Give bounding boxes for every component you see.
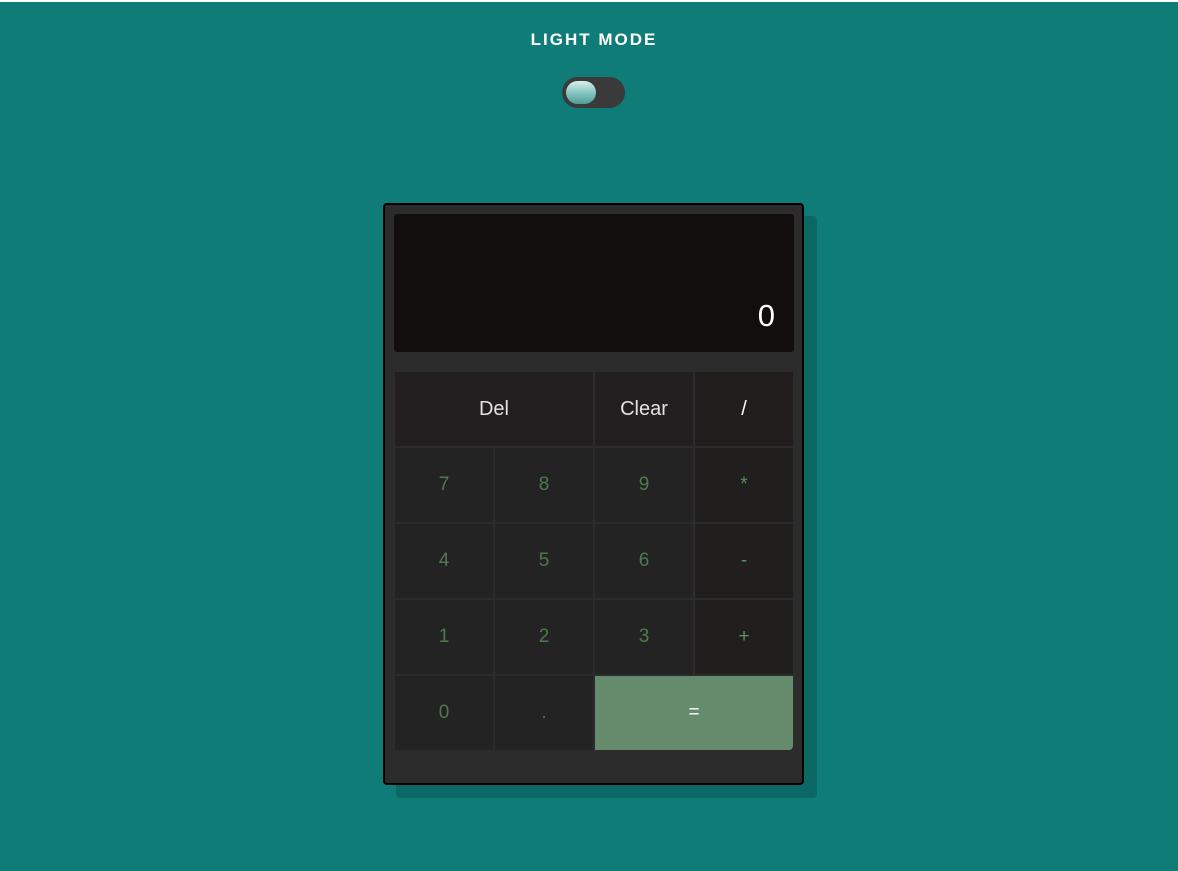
add-key[interactable]: + (695, 600, 793, 674)
divide-key[interactable]: / (695, 372, 793, 446)
calculator: 0 Del Clear / 7 8 9 * 4 5 6 - 1 2 3 + 0 … (383, 203, 804, 785)
toggle-knob[interactable] (566, 81, 596, 104)
equals-key[interactable]: = (595, 676, 793, 750)
digit-5-key[interactable]: 5 (495, 524, 593, 598)
digit-4-key[interactable]: 4 (395, 524, 493, 598)
digit-2-key[interactable]: 2 (495, 600, 593, 674)
digit-7-key[interactable]: 7 (395, 448, 493, 522)
digit-3-key[interactable]: 3 (595, 600, 693, 674)
theme-mode-label: LIGHT MODE (530, 30, 658, 49)
digit-1-key[interactable]: 1 (395, 600, 493, 674)
digit-8-key[interactable]: 8 (495, 448, 593, 522)
keypad: Del Clear / 7 8 9 * 4 5 6 - 1 2 3 + 0 . … (395, 372, 793, 752)
multiply-key[interactable]: * (695, 448, 793, 522)
top-edge (0, 0, 1178, 2)
display-value: 0 (757, 298, 775, 333)
digit-6-key[interactable]: 6 (595, 524, 693, 598)
calculator-display: 0 (394, 214, 794, 352)
decimal-key[interactable]: . (495, 676, 593, 750)
digit-9-key[interactable]: 9 (595, 448, 693, 522)
clear-key[interactable]: Clear (595, 372, 693, 446)
subtract-key[interactable]: - (695, 524, 793, 598)
delete-key[interactable]: Del (395, 372, 593, 446)
digit-0-key[interactable]: 0 (395, 676, 493, 750)
theme-toggle-switch[interactable] (562, 77, 625, 108)
